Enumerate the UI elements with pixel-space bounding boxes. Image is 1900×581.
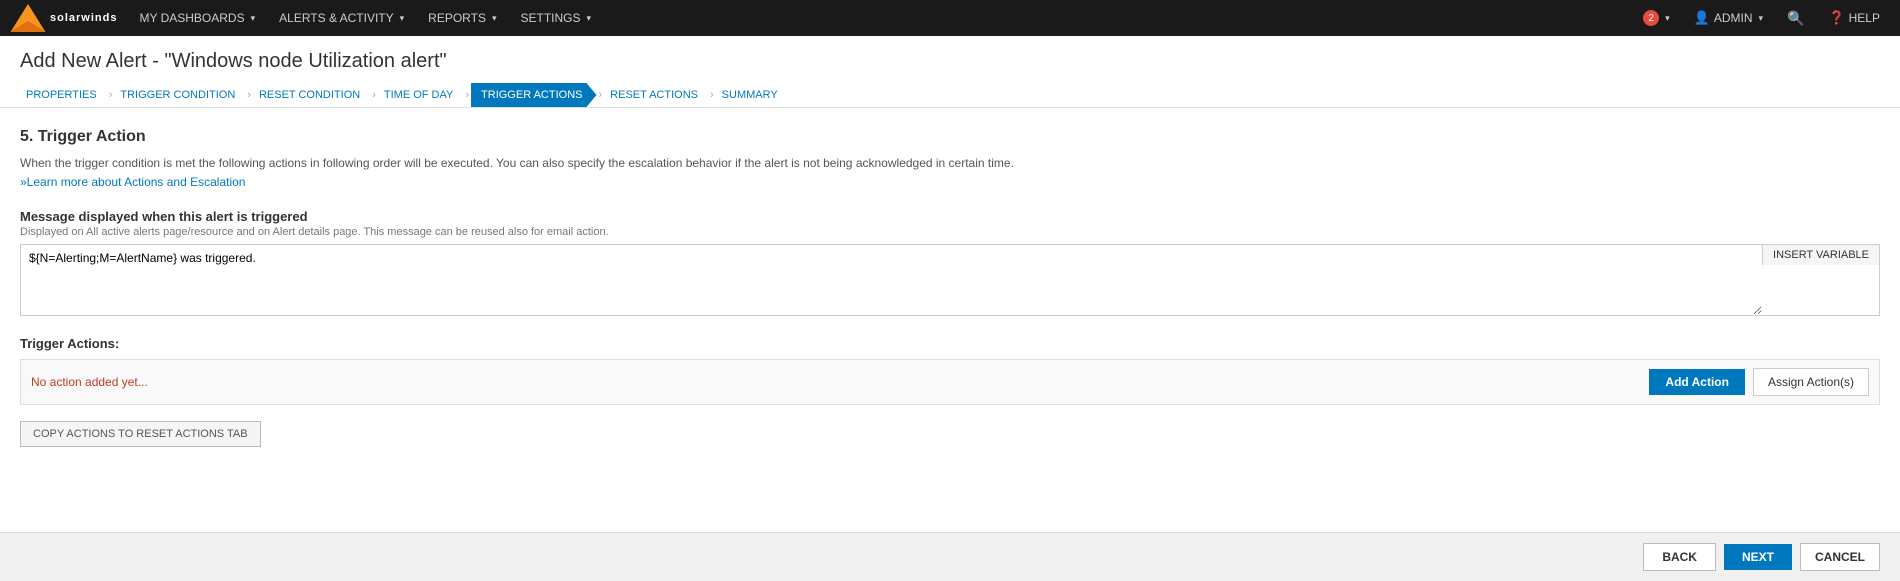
search-button[interactable]: 🔍 [1777,0,1814,36]
breadcrumb-trigger-actions[interactable]: TRIGGER ACTIONS [471,83,596,107]
nav-my-dashboards[interactable]: MY DASHBOARDS ▾ [127,0,267,36]
no-action-text: No action added yet... [31,375,1641,389]
main-content: 5. Trigger Action When the trigger condi… [0,108,1900,538]
copy-btn-wrapper: COPY ACTIONS TO RESET ACTIONS TAB [20,421,1880,447]
top-navigation: solarwinds MY DASHBOARDS ▾ ALERTS & ACTI… [0,0,1900,36]
user-icon: 👤 [1694,10,1710,26]
notification-badge: 2 [1643,10,1659,26]
notifications[interactable]: 2 ▾ [1633,0,1680,36]
page-header: Add New Alert - "Windows node Utilizatio… [0,36,1900,108]
breadcrumb-summary[interactable]: SUMMARY [716,83,788,107]
section-title: 5. Trigger Action [20,128,1880,146]
chevron-down-icon: ▾ [1758,13,1763,24]
message-section: Message displayed when this alert is tri… [20,209,1880,316]
back-button[interactable]: BACK [1643,543,1716,571]
logo-text: solarwinds [50,12,117,24]
insert-variable-button[interactable]: INSERT VARIABLE [1762,245,1879,265]
breadcrumb-sep-3: › [372,89,376,101]
copy-actions-to-reset-button[interactable]: COPY ACTIONS TO RESET ACTIONS TAB [20,421,261,447]
trigger-actions-bar: No action added yet... Add Action Assign… [20,359,1880,405]
page-title: Add New Alert - "Windows node Utilizatio… [20,50,1880,73]
breadcrumb-reset-condition[interactable]: RESET CONDITION [253,83,370,107]
breadcrumb-properties[interactable]: PROPERTIES [20,83,107,107]
topnav-menu: MY DASHBOARDS ▾ ALERTS & ACTIVITY ▾ REPO… [127,0,1633,36]
breadcrumb-sep-1: › [109,89,113,101]
breadcrumb-trigger-condition[interactable]: TRIGGER CONDITION [114,83,245,107]
breadcrumb-sep-5: › [599,89,603,101]
message-input-wrapper: INSERT VARIABLE [20,244,1880,316]
assign-action-button[interactable]: Assign Action(s) [1753,368,1869,396]
chevron-down-icon: ▾ [251,13,256,24]
breadcrumb-sep-2: › [247,89,251,101]
chevron-down-icon: ▾ [587,13,592,24]
section-description: When the trigger condition is met the fo… [20,156,1880,170]
footer: BACK NEXT CANCEL [0,532,1900,581]
cancel-button[interactable]: CANCEL [1800,543,1880,571]
message-sublabel: Displayed on All active alerts page/reso… [20,226,1880,238]
learn-more-link[interactable]: »Learn more about Actions and Escalation [20,175,245,189]
message-label: Message displayed when this alert is tri… [20,209,1880,224]
nav-alerts-activity[interactable]: ALERTS & ACTIVITY ▾ [267,0,416,36]
chevron-down-icon: ▾ [400,13,405,24]
chevron-down-icon: ▾ [1665,13,1670,24]
trigger-actions-label: Trigger Actions: [20,336,1880,351]
help-button[interactable]: ❓ HELP [1818,0,1890,36]
breadcrumb-reset-actions[interactable]: RESET ACTIONS [604,83,708,107]
help-icon: ❓ [1828,10,1844,26]
trigger-actions-section: Trigger Actions: No action added yet... … [20,336,1880,447]
breadcrumb-sep-6: › [710,89,714,101]
add-action-button[interactable]: Add Action [1649,369,1745,395]
next-button[interactable]: NEXT [1724,544,1792,570]
message-textarea[interactable] [21,245,1762,315]
breadcrumb-time-of-day[interactable]: TIME OF DAY [378,83,463,107]
breadcrumb-sep-4: › [465,89,469,101]
search-icon: 🔍 [1787,10,1804,27]
nav-reports[interactable]: REPORTS ▾ [416,0,508,36]
solarwinds-logo[interactable]: solarwinds [10,4,117,32]
chevron-down-icon: ▾ [492,13,497,24]
breadcrumb-tabs: PROPERTIES › TRIGGER CONDITION › RESET C… [20,83,1880,107]
nav-settings[interactable]: SETTINGS ▾ [508,0,603,36]
admin-menu[interactable]: 👤 ADMIN ▾ [1684,0,1773,36]
topnav-right: 2 ▾ 👤 ADMIN ▾ 🔍 ❓ HELP [1633,0,1890,36]
